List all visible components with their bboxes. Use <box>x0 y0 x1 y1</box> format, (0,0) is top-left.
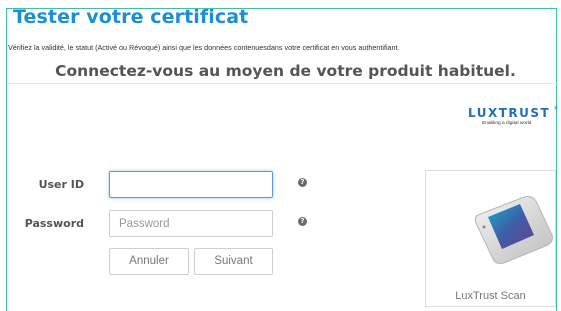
next-button[interactable]: Suivant <box>194 248 273 275</box>
cancel-button[interactable]: Annuler <box>109 248 189 275</box>
luxtrust-logo: LUXTRUST ® Enabling a digital world <box>468 106 558 130</box>
password-input[interactable] <box>109 210 273 237</box>
divider <box>8 83 557 84</box>
luxtrust-scan-label: LuxTrust Scan <box>455 290 526 302</box>
help-icon-user-id[interactable]: ? <box>298 178 307 187</box>
user-id-label: User ID <box>38 178 84 191</box>
user-id-input[interactable] <box>109 171 273 198</box>
brand-tagline: Enabling a digital world <box>482 121 532 126</box>
help-icon-password[interactable]: ? <box>298 217 307 226</box>
page-title: Tester votre certificat <box>13 6 249 28</box>
luxtrust-scan-device-icon <box>474 196 553 264</box>
brand-name: LUXTRUST <box>468 106 551 120</box>
login-heading: Connectez-vous au moyen de votre produit… <box>55 62 516 80</box>
luxtrust-scan-option[interactable]: LuxTrust Scan <box>425 170 556 307</box>
intro-text: Vérifiez la validité, le statut (Activé … <box>8 43 400 52</box>
password-label: Password <box>24 217 84 230</box>
brand-trademark: ® <box>554 106 558 112</box>
